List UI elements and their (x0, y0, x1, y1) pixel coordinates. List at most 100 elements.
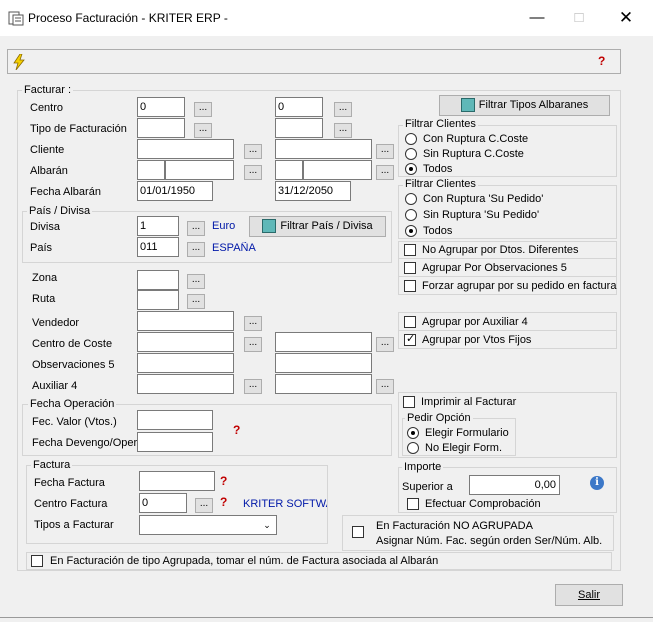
filtrar-pais-divisa-button[interactable]: Filtrar País / Divisa (249, 216, 386, 237)
zona-ellipsis-button[interactable]: ... (187, 274, 205, 289)
close-button[interactable]: ✕ (611, 8, 641, 28)
salir-button[interactable]: Salir (555, 584, 623, 606)
help-question-icon[interactable]: ? (220, 495, 227, 509)
tipo-facturacion-from-input[interactable] (137, 118, 185, 138)
vendedor-label: Vendedor (32, 317, 80, 329)
todos-pedido-label: Todos (423, 225, 453, 237)
agrupada-factura-albaran-checkbox[interactable] (31, 555, 43, 567)
pedir-opcion-label: Pedir Opción (405, 412, 473, 424)
auxiliar-from-ellipsis-button[interactable]: ... (244, 379, 262, 394)
superior-input[interactable]: 0,00 (469, 475, 560, 495)
agrupar-vtos-fijos-checkbox[interactable] (404, 332, 416, 346)
albaran-to-ellipsis-button[interactable]: ... (376, 165, 394, 180)
no-agrupar-dtos-label: No Agrupar por Dtos. Diferentes (422, 244, 579, 256)
agrupar-auxiliar4-checkbox[interactable] (404, 316, 416, 328)
pais-input[interactable]: 011 (137, 237, 179, 257)
observaciones-label: Observaciones 5 (32, 359, 115, 371)
info-icon[interactable]: i (590, 476, 604, 490)
auxiliar-label: Auxiliar 4 (32, 380, 78, 392)
centro-coste-to-input[interactable] (275, 332, 372, 352)
centro-coste-from-input[interactable] (137, 332, 234, 352)
cliente-to-input[interactable] (275, 139, 372, 159)
centro-factura-ellipsis-button[interactable]: ... (195, 498, 213, 513)
ruta-ellipsis-button[interactable]: ... (187, 294, 205, 309)
pais-ellipsis-button[interactable]: ... (187, 242, 205, 257)
imprimir-facturar-checkbox[interactable] (403, 396, 415, 408)
todos-pedido-radio[interactable] (405, 225, 417, 237)
elegir-formulario-radio[interactable] (407, 427, 419, 439)
centro-coste-to-ellipsis-button[interactable]: ... (376, 337, 394, 352)
agrupar-observaciones-label: Agrupar Por Observaciones 5 (422, 262, 567, 274)
divider (398, 276, 617, 277)
no-agrupar-dtos-checkbox[interactable] (404, 244, 416, 256)
ruta-input[interactable] (137, 290, 179, 310)
agrupada-factura-albaran-label: En Facturación de tipo Agrupada, tomar e… (50, 555, 439, 567)
fec-valor-label: Fec. Valor (Vtos.) (32, 416, 117, 428)
efectuar-comprobacion-checkbox[interactable] (407, 498, 419, 510)
centro-from-ellipsis-button[interactable]: ... (194, 102, 212, 117)
todos-ccoste-label: Todos (423, 163, 453, 175)
cliente-to-ellipsis-button[interactable]: ... (376, 144, 394, 159)
cliente-from-input[interactable] (137, 139, 234, 159)
albaran-from-serie-input[interactable] (137, 160, 165, 180)
no-elegir-form-label: No Elegir Form. (425, 442, 503, 454)
zona-input[interactable] (137, 270, 179, 290)
divisa-label: Divisa (30, 221, 60, 233)
fecha-devengo-input[interactable] (137, 432, 213, 452)
centro-coste-from-ellipsis-button[interactable]: ... (244, 337, 262, 352)
centro-label: Centro (30, 102, 64, 114)
vendedor-input[interactable] (137, 311, 234, 331)
fecha-factura-input[interactable] (139, 471, 215, 491)
vendedor-ellipsis-button[interactable]: ... (244, 316, 262, 331)
sin-ruptura-pedido-radio[interactable] (405, 209, 417, 221)
divisa-ellipsis-button[interactable]: ... (187, 221, 205, 236)
zona-label: Zona (32, 272, 58, 284)
auxiliar-to-input[interactable] (275, 374, 372, 394)
centro-factura-input[interactable]: 0 (139, 493, 187, 513)
agrupar-observaciones-checkbox[interactable] (404, 262, 416, 274)
tipo-facturacion-to-input[interactable] (275, 118, 323, 138)
help-question-icon[interactable]: ? (233, 423, 240, 437)
forzar-agrupar-pedido-checkbox[interactable] (404, 280, 416, 292)
lightning-icon[interactable] (13, 54, 25, 70)
help-question-icon[interactable]: ? (220, 474, 227, 488)
centro-to-ellipsis-button[interactable]: ... (334, 102, 352, 117)
con-ruptura-ccoste-radio[interactable] (405, 133, 417, 145)
tipos-facturar-select[interactable]: ⌄ (139, 515, 277, 535)
albaran-to-serie-input[interactable] (275, 160, 303, 180)
no-agrupada-checkbox[interactable] (352, 526, 364, 538)
auxiliar-to-ellipsis-button[interactable]: ... (376, 379, 394, 394)
observaciones-to-input[interactable] (275, 353, 372, 373)
efectuar-comprobacion-label: Efectuar Comprobación (425, 498, 541, 510)
tipo-facturacion-label: Tipo de Facturación (30, 123, 127, 135)
cliente-from-ellipsis-button[interactable]: ... (244, 144, 262, 159)
fec-valor-input[interactable] (137, 410, 213, 430)
albaran-from-ellipsis-button[interactable]: ... (244, 165, 262, 180)
no-elegir-form-radio[interactable] (407, 442, 419, 454)
albaran-to-num-input[interactable] (303, 160, 372, 180)
fecha-albaran-to-input[interactable]: 31/12/2050 (275, 181, 351, 201)
tipo-to-ellipsis-button[interactable]: ... (334, 123, 352, 138)
observaciones-from-input[interactable] (137, 353, 234, 373)
tipo-from-ellipsis-button[interactable]: ... (194, 123, 212, 138)
fecha-albaran-from-input[interactable]: 01/01/1950 (137, 181, 213, 201)
con-ruptura-pedido-radio[interactable] (405, 193, 417, 205)
filter-icon (460, 98, 475, 113)
centro-from-input[interactable]: 0 (137, 97, 185, 117)
albaran-label: Albarán (30, 165, 68, 177)
agrupar-auxiliar4-label: Agrupar por Auxiliar 4 (422, 316, 528, 328)
sin-ruptura-ccoste-radio[interactable] (405, 148, 417, 160)
sin-ruptura-pedido-label: Sin Ruptura 'Su Pedido' (423, 209, 540, 221)
fecha-factura-label: Fecha Factura (34, 477, 105, 489)
todos-ccoste-radio[interactable] (405, 163, 417, 175)
fecha-albaran-label: Fecha Albarán (30, 186, 101, 198)
centro-to-input[interactable]: 0 (275, 97, 323, 117)
invoice-window-icon (8, 11, 24, 26)
divisa-name: Euro (212, 220, 236, 232)
minimize-button[interactable]: — (522, 8, 552, 28)
filtrar-tipos-albaranes-button[interactable]: Filtrar Tipos Albaranes (439, 95, 610, 116)
albaran-from-num-input[interactable] (165, 160, 234, 180)
help-question-icon[interactable]: ? (598, 54, 605, 68)
divisa-input[interactable]: 1 (137, 216, 179, 236)
auxiliar-from-input[interactable] (137, 374, 234, 394)
